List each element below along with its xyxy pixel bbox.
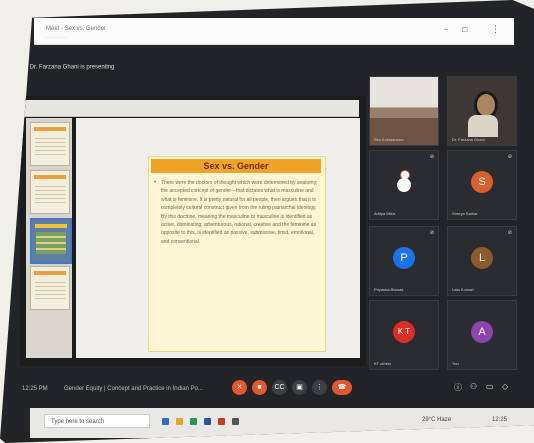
windows-taskbar: Type here to search 29°C Haze 12:25 xyxy=(30,408,534,438)
browser-url[interactable]: · · · · · · · xyxy=(46,35,66,41)
camera-off-icon[interactable]: ■ xyxy=(252,380,267,395)
current-slide: Sex vs. Gender • There were the doctors … xyxy=(148,156,326,352)
participant-tile[interactable]: K T KT others xyxy=(369,300,439,370)
more-icon[interactable]: ⋮ xyxy=(312,380,327,395)
window-controls[interactable]: − ☐ xyxy=(444,26,474,34)
chat-icon[interactable]: ▭ xyxy=(486,382,494,391)
snowman-avatar-icon xyxy=(396,169,412,194)
participant-tile[interactable]: L ⊘ Lata Kumari xyxy=(447,226,517,296)
avatar: S xyxy=(471,170,493,193)
avatar: P xyxy=(393,246,415,269)
slide-canvas: Sex vs. Gender • There were the doctors … xyxy=(76,118,360,358)
participant-name: KT others xyxy=(374,361,392,366)
participant-name: You xyxy=(452,361,459,366)
task-view-icon[interactable] xyxy=(162,418,169,425)
taskbar-clock[interactable]: 12:25 xyxy=(492,417,507,423)
participant-name: Lata Kumari xyxy=(452,287,474,292)
participant-tile[interactable]: ⊘ Aditya Mitra xyxy=(369,150,439,220)
browser-tab-title[interactable]: Meet - Sex vs. Gender xyxy=(46,26,106,32)
present-icon[interactable]: ▣ xyxy=(292,380,307,395)
bullet-icon: • xyxy=(154,180,157,186)
participant-name: Sec A classroom xyxy=(374,137,404,142)
participant-gallery: Sec A classroom Dr. Farzana Ghani ⊘ Adit… xyxy=(369,76,521,372)
participant-name: Aditya Mitra xyxy=(374,211,396,216)
people-icon[interactable]: ⚇ xyxy=(470,382,477,391)
activities-icon[interactable]: ◇ xyxy=(502,382,508,391)
app-icon[interactable] xyxy=(232,418,239,425)
slide-thumbnail[interactable] xyxy=(30,266,70,310)
mic-muted-icon: ⊘ xyxy=(429,230,434,236)
mic-muted-icon: ⊘ xyxy=(429,154,434,160)
meeting-title: Gender Equity | Concept and Practice in … xyxy=(64,386,203,392)
meeting-controls-bar: 12:25 PM Gender Equity | Concept and Pra… xyxy=(14,378,524,398)
participant-tile[interactable]: A You xyxy=(447,300,517,370)
info-icon[interactable]: ⓘ xyxy=(454,382,462,393)
kebab-menu-icon[interactable]: ⋮ xyxy=(491,24,500,35)
presenting-icon xyxy=(18,64,24,70)
presenter-label: Dr. Farzana Ghani is presenting xyxy=(29,64,115,71)
meeting-header: Dr. Farzana Ghani is presenting xyxy=(18,64,358,78)
presentation-area: Sex vs. Gender • There were the doctors … xyxy=(20,96,366,366)
avatar: A xyxy=(471,320,493,343)
slide-thumbnail-selected[interactable] xyxy=(30,218,72,264)
powerpoint-ribbon xyxy=(24,100,359,117)
avatar: K T xyxy=(393,320,415,343)
powerpoint-icon[interactable] xyxy=(218,418,225,425)
file-explorer-icon[interactable] xyxy=(176,418,183,425)
slide-body: • There were the doctors of thought whic… xyxy=(154,179,319,246)
end-call-icon[interactable]: ☎ xyxy=(332,380,352,395)
participant-tile[interactable]: P ⊘ Priyanka Biswas xyxy=(369,226,439,296)
participant-video xyxy=(448,77,516,145)
mic-muted-icon: ⊘ xyxy=(507,154,512,160)
participant-name: Dr. Farzana Ghani xyxy=(452,137,485,142)
screen: Meet - Sex vs. Gender · · · · · · · − ☐ … xyxy=(0,0,534,443)
slide-thumbnail[interactable] xyxy=(30,170,70,214)
slide-title: Sex vs. Gender xyxy=(151,159,321,173)
slide-thumbnail[interactable] xyxy=(30,122,70,166)
weather-widget[interactable]: 29°C Haze xyxy=(422,417,451,423)
word-icon[interactable] xyxy=(204,418,211,425)
slide-body-text: There were the doctors of thought which … xyxy=(161,180,318,245)
participant-name: Priyanka Biswas xyxy=(374,287,404,292)
taskbar-search-input[interactable]: Type here to search xyxy=(44,414,150,428)
participant-tile[interactable]: Dr. Farzana Ghani xyxy=(447,76,517,146)
browser-toolbar: Meet - Sex vs. Gender · · · · · · · − ☐ … xyxy=(34,18,514,45)
slide-thumbnail-pane xyxy=(26,118,72,358)
captions-button[interactable]: CC xyxy=(272,380,287,395)
mic-muted-icon: ⊘ xyxy=(507,230,512,236)
avatar: L xyxy=(471,246,493,269)
meeting-time: 12:25 PM xyxy=(22,386,48,392)
mic-off-icon[interactable]: ✕ xyxy=(232,380,247,395)
participant-video xyxy=(370,77,438,145)
participant-tile[interactable]: Sec A classroom xyxy=(369,76,439,146)
participant-tile[interactable]: S ⊘ Shreya Sarkar xyxy=(447,150,517,220)
participant-name: Shreya Sarkar xyxy=(452,211,478,216)
chrome-icon[interactable] xyxy=(190,418,197,425)
